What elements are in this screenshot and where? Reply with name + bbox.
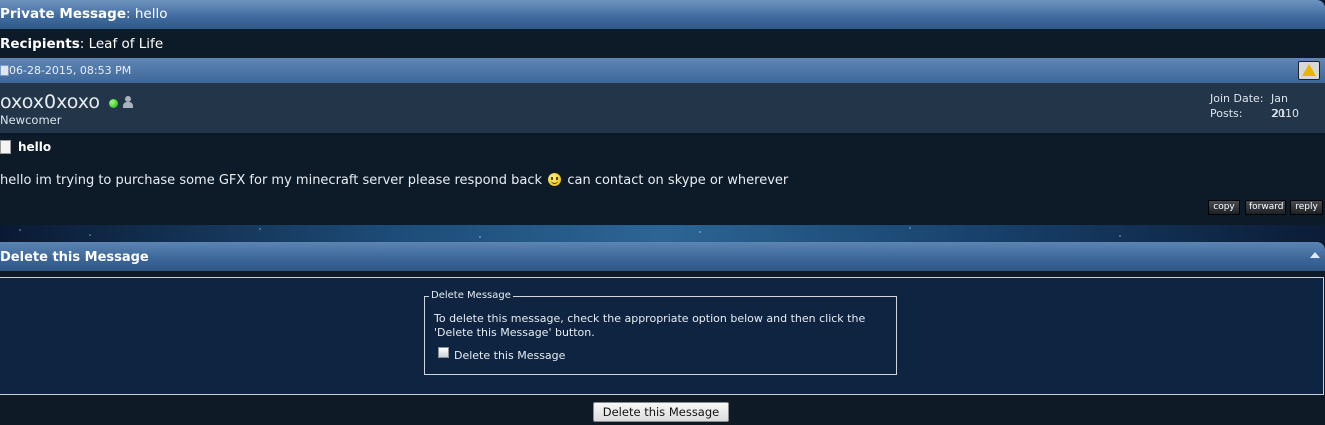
- recipients-separator: :: [79, 36, 89, 52]
- join-date-label: Join Date:: [1210, 92, 1264, 105]
- message-subject: hello: [134, 6, 168, 22]
- delete-section-header: Delete this Message: [0, 242, 1325, 271]
- reply-button[interactable]: reply: [1290, 200, 1323, 215]
- private-message-label: Private Message: [0, 6, 126, 22]
- post-date: 06-28-2015, 08:53 PM: [9, 64, 132, 77]
- delete-checkbox[interactable]: [438, 347, 449, 358]
- message-text-part-2: can contact on skype or wherever: [567, 173, 789, 188]
- message-text-part-1: hello im trying to purchase some GFX for…: [0, 173, 543, 188]
- document-icon: [0, 140, 11, 154]
- starfield-divider: [0, 225, 1325, 242]
- posts-label: Posts:: [1210, 107, 1243, 120]
- post-icon: [0, 65, 9, 76]
- username-link[interactable]: oxox0xoxo: [0, 91, 100, 113]
- fieldset-legend: Delete Message: [429, 290, 513, 301]
- posts-count: 21: [1272, 107, 1286, 120]
- title-separator: :: [126, 6, 135, 22]
- join-date-row: Join Date: Jan 2010: [1210, 91, 1299, 120]
- message-title-bar: Private Message: hello: [0, 0, 1325, 29]
- delete-message-button[interactable]: Delete this Message: [593, 402, 729, 422]
- smiley-icon: [548, 173, 562, 186]
- user-stats: Join Date: Jan 2010 Posts: 21: [1210, 91, 1299, 121]
- message-body: hello hello im trying to purchase some G…: [0, 133, 1325, 225]
- message-text: hello im trying to purchase some GFX for…: [0, 173, 788, 188]
- user-title: Newcomer: [0, 113, 62, 127]
- report-warning-icon[interactable]: [1298, 61, 1320, 80]
- online-status-icon: [109, 99, 118, 108]
- delete-checkbox-label[interactable]: Delete this Message: [454, 349, 565, 362]
- forward-button[interactable]: forward: [1245, 200, 1286, 215]
- user-profile-icon[interactable]: [123, 96, 133, 108]
- posts-row: Posts: 21: [1210, 106, 1286, 121]
- recipients-row: Recipients: Leaf of Life: [0, 29, 1325, 58]
- recipients-label: Recipients: [0, 36, 80, 52]
- post-header-bar: 06-28-2015, 08:53 PM: [0, 58, 1325, 83]
- collapse-icon[interactable]: [1310, 252, 1320, 258]
- copy-button[interactable]: copy: [1208, 200, 1240, 215]
- delete-section-title: Delete this Message: [0, 250, 149, 265]
- message-title: hello: [18, 140, 52, 154]
- user-info-panel: oxox0xoxo Newcomer Join Date: Jan 2010 Po…: [0, 83, 1325, 133]
- delete-instructions: To delete this message, check the approp…: [434, 312, 866, 339]
- recipient-name: Leaf of Life: [88, 36, 164, 52]
